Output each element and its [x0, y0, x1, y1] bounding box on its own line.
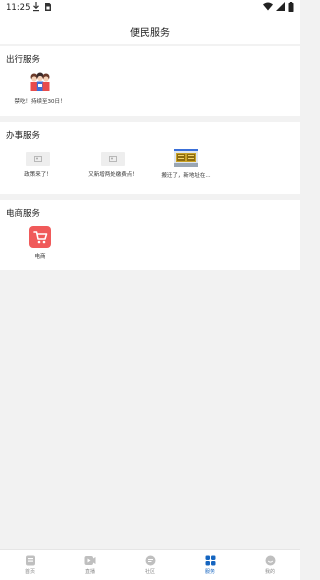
image-placeholder-icon: [78, 152, 148, 166]
service-item-label: 又新增两处缴费点！: [88, 172, 138, 178]
service-item-label: 政策来了！: [24, 172, 52, 178]
download-icon: [33, 2, 39, 12]
section-title: 办事服务: [6, 131, 41, 141]
tab-label: 首页: [24, 569, 35, 575]
tab-label: 服务: [204, 569, 215, 575]
tab-community[interactable]: 社区: [120, 550, 180, 580]
system-icons: [263, 2, 294, 12]
battery-icon: [288, 2, 294, 12]
tab-label: 社区: [144, 569, 155, 575]
service-item-ecommerce[interactable]: 电商: [5, 226, 75, 260]
tab-services[interactable]: 服务: [180, 550, 240, 580]
service-item-label: 电商: [34, 254, 46, 260]
service-item-label: 禁吃！持续至30日！: [14, 99, 66, 105]
tab-home[interactable]: 首页: [0, 550, 60, 580]
image-placeholder-icon: [3, 152, 73, 166]
notification-icons: [32, 2, 52, 12]
shopping-cart-icon: [5, 226, 75, 248]
service-item-travel-notice[interactable]: 禁吃！持续至30日！: [5, 71, 75, 105]
image-placeholder: [26, 152, 50, 166]
section-affairs: 办事服务 政策来了！ 又新增两处缴费点！ 搬迁了，新地址在...: [0, 122, 300, 194]
home-doc-icon: [25, 555, 35, 566]
cartoon-people-icon: [28, 71, 52, 93]
wifi-icon: [263, 2, 273, 11]
signal-icon: [276, 2, 285, 11]
service-item-label: 搬迁了，新地址在...: [161, 173, 211, 179]
section-title: 出行服务: [6, 55, 41, 65]
section-title: 电商服务: [6, 209, 41, 219]
app-header: 便民服务: [0, 16, 300, 44]
tab-live[interactable]: 直播: [60, 550, 120, 580]
tab-profile[interactable]: 我的: [240, 550, 300, 580]
service-item-relocation[interactable]: 搬迁了，新地址在...: [151, 149, 221, 179]
tab-label: 直播: [84, 569, 95, 575]
building-sign-icon: [151, 149, 221, 167]
message-icon: [145, 555, 155, 566]
image-placeholder: [101, 152, 125, 166]
status-bar: 11:25: [0, 0, 300, 16]
status-time: 11:25: [6, 3, 31, 13]
bottom-tab-bar: 首页 直播 社区 服务 我的: [0, 549, 300, 580]
service-item-policy[interactable]: 政策来了！: [3, 152, 73, 178]
tab-label: 我的: [264, 569, 275, 575]
grid-icon: [205, 555, 215, 566]
service-item-payment-points[interactable]: 又新增两处缴费点！: [78, 152, 148, 178]
section-travel: 出行服务 禁吃！持续至30日！: [0, 46, 300, 116]
sim-card-icon: [45, 3, 51, 11]
page-title: 便民服务: [130, 28, 170, 39]
section-ecommerce: 电商服务 电商: [0, 200, 300, 270]
video-play-icon: [84, 556, 96, 565]
smile-face-icon: [265, 555, 275, 566]
